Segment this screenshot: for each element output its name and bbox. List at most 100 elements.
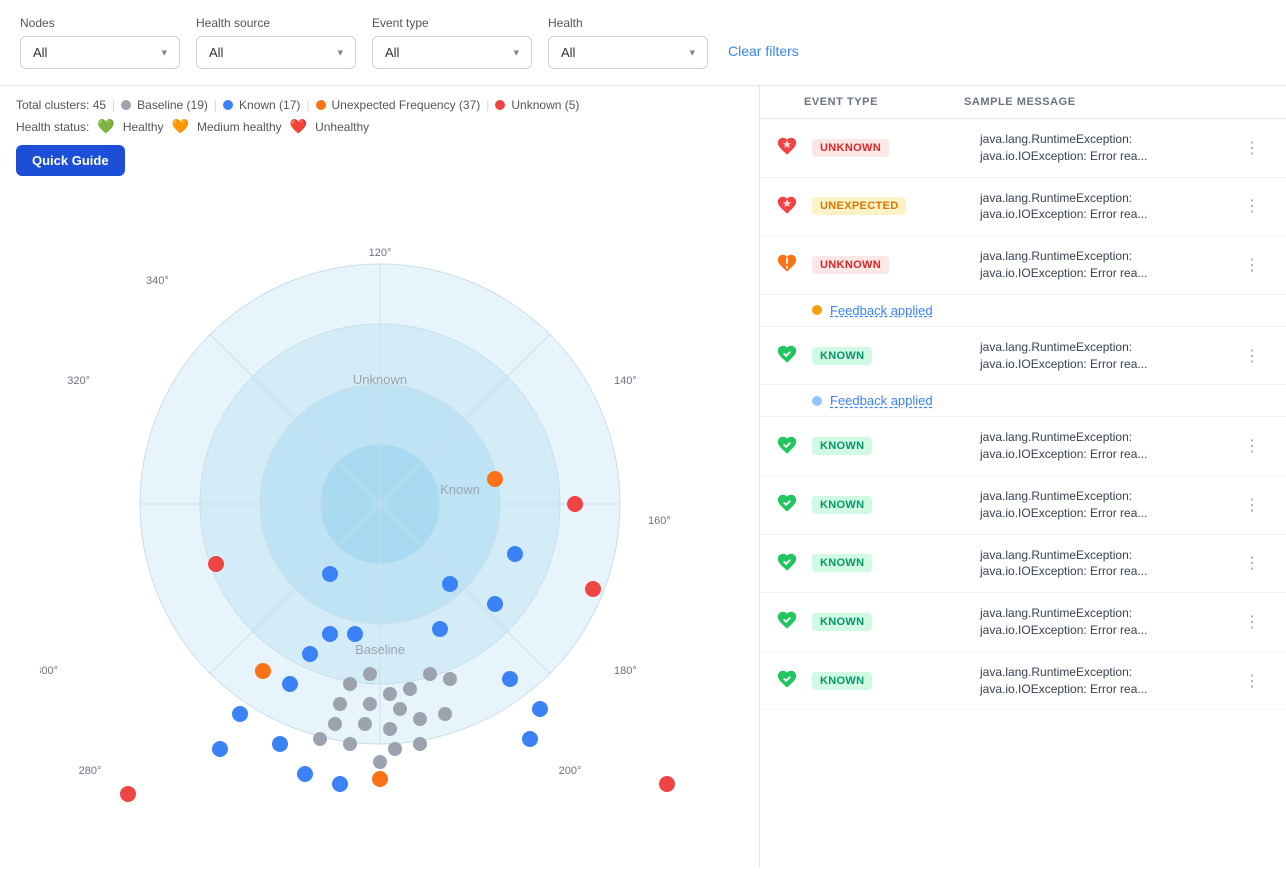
more-options-button[interactable]: ⋮: [1240, 136, 1264, 160]
unexpected-badge: UNEXPECTED: [812, 197, 906, 215]
sample-text-cell: java.lang.RuntimeException:java.io.IOExc…: [980, 190, 1232, 224]
more-options-button[interactable]: ⋮: [1240, 493, 1264, 517]
health-filter-group: Health All ▾: [548, 16, 708, 69]
unhealthy-label: Unhealthy: [315, 120, 369, 134]
row-actions: ⋮: [1240, 136, 1270, 160]
table-row: KNOWN java.lang.RuntimeException:java.io…: [760, 417, 1286, 476]
svg-text:300°: 300°: [40, 665, 58, 677]
quick-guide-button[interactable]: Quick Guide: [16, 145, 125, 176]
unexpected-dot-icon: [316, 100, 326, 110]
known-badge: KNOWN: [812, 347, 872, 365]
event-type-cell: UNEXPECTED: [812, 197, 972, 215]
unhealthy-badge-icon: [776, 135, 804, 160]
sample-message: java.lang.RuntimeException:java.io.IOExc…: [980, 429, 1232, 463]
radar-chart: 120° 140° 160° 180° 200° 280° 300° 320° …: [40, 184, 720, 824]
feedback-dot-yellow-icon: [812, 305, 822, 315]
known-badge: KNOWN: [812, 437, 872, 455]
health-source-filter-group: Health source All ▾: [196, 16, 356, 69]
health-source-value: All: [209, 45, 223, 60]
svg-text:340°: 340°: [146, 275, 169, 287]
known-stat: Known (17): [239, 98, 300, 112]
healthy-badge-icon: [776, 492, 804, 517]
nodes-filter-group: Nodes All ▾: [20, 16, 180, 69]
event-type-cell: KNOWN: [812, 347, 972, 365]
table-header: EVENT TYPE SAMPLE MESSAGE: [760, 86, 1286, 119]
table-row: KNOWN java.lang.RuntimeException:java.io…: [760, 593, 1286, 652]
sample-text-cell: java.lang.RuntimeException:java.io.IOExc…: [980, 664, 1232, 698]
nodes-select[interactable]: All ▾: [20, 36, 180, 69]
event-type-cell: UNKNOWN: [812, 139, 972, 157]
more-options-button[interactable]: ⋮: [1240, 551, 1264, 575]
sample-message: java.lang.RuntimeException:java.io.IOExc…: [980, 339, 1232, 373]
baseline-dot-icon: [121, 100, 131, 110]
more-options-button[interactable]: ⋮: [1240, 194, 1264, 218]
medium-healthy-icon: 🧡: [172, 118, 189, 135]
table-row: KNOWN java.lang.RuntimeException:java.io…: [760, 476, 1286, 535]
svg-text:280°: 280°: [78, 765, 101, 777]
health-value: All: [561, 45, 575, 60]
sample-text-cell: java.lang.RuntimeException:java.io.IOExc…: [980, 605, 1232, 639]
feedback-applied-label-2[interactable]: Feedback applied: [830, 393, 933, 408]
more-options-button[interactable]: ⋮: [1240, 610, 1264, 634]
svg-text:Baseline: Baseline: [355, 642, 405, 657]
unhealthy-badge-icon: [776, 252, 804, 277]
row-actions: ⋮: [1240, 610, 1270, 634]
medium-healthy-label: Medium healthy: [197, 120, 282, 134]
unknown-stat: Unknown (5): [511, 98, 579, 112]
event-type-cell: KNOWN: [812, 672, 972, 690]
row-actions: ⋮: [1240, 669, 1270, 693]
healthy-badge-icon: [776, 434, 804, 459]
sample-text-cell: java.lang.RuntimeException:java.io.IOExc…: [980, 339, 1232, 373]
more-options-button[interactable]: ⋮: [1240, 434, 1264, 458]
nodes-label: Nodes: [20, 16, 180, 30]
table-row: KNOWN java.lang.RuntimeException:java.io…: [760, 327, 1286, 386]
unhealthy-badge-icon: [776, 194, 804, 219]
separator3: |: [306, 98, 309, 112]
unknown-dot-icon: [495, 100, 505, 110]
more-options-button[interactable]: ⋮: [1240, 344, 1264, 368]
event-type-cell: KNOWN: [812, 554, 972, 572]
col-event-header: EVENT TYPE: [804, 96, 964, 108]
svg-text:120°: 120°: [368, 247, 391, 259]
svg-text:140°: 140°: [614, 375, 637, 387]
known-badge: KNOWN: [812, 613, 872, 631]
unhealthy-icon: ❤️: [290, 118, 307, 135]
clear-filters-button[interactable]: Clear filters: [724, 35, 803, 67]
healthy-badge-icon: [776, 343, 804, 368]
separator1: |: [112, 98, 115, 112]
healthy-label: Healthy: [123, 120, 164, 134]
radar-svg: 120° 140° 160° 180° 200° 280° 300° 320° …: [40, 184, 720, 824]
baseline-stat: Baseline (19): [137, 98, 208, 112]
row-actions: ⋮: [1240, 551, 1270, 575]
table-row: KNOWN java.lang.RuntimeException:java.io…: [760, 652, 1286, 711]
event-type-label: Event type: [372, 16, 532, 30]
left-panel: Total clusters: 45 | Baseline (19) | Kno…: [0, 86, 760, 868]
row-actions: ⋮: [1240, 253, 1270, 277]
table-row: KNOWN java.lang.RuntimeException:java.io…: [760, 535, 1286, 594]
sample-text-cell: java.lang.RuntimeException:java.io.IOExc…: [980, 488, 1232, 522]
more-options-button[interactable]: ⋮: [1240, 253, 1264, 277]
more-options-button[interactable]: ⋮: [1240, 669, 1264, 693]
event-type-select[interactable]: All ▾: [372, 36, 532, 69]
svg-text:200°: 200°: [558, 765, 581, 777]
col-sample-header: SAMPLE MESSAGE: [964, 96, 1240, 108]
nodes-value: All: [33, 45, 47, 60]
sample-message: java.lang.RuntimeException:java.io.IOExc…: [980, 131, 1232, 165]
event-type-cell: KNOWN: [812, 437, 972, 455]
total-clusters: Total clusters: 45: [16, 98, 106, 112]
health-select[interactable]: All ▾: [548, 36, 708, 69]
row-actions: ⋮: [1240, 434, 1270, 458]
healthy-badge-icon: [776, 668, 804, 693]
feedback-applied-label[interactable]: Feedback applied: [830, 303, 933, 318]
healthy-badge-icon: [776, 551, 804, 576]
known-badge: KNOWN: [812, 496, 872, 514]
sample-text-cell: java.lang.RuntimeException:java.io.IOExc…: [980, 131, 1232, 165]
sample-message: java.lang.RuntimeException:java.io.IOExc…: [980, 190, 1232, 224]
right-panel: EVENT TYPE SAMPLE MESSAGE UNKNOWN java.l…: [760, 86, 1286, 868]
filters-bar: Nodes All ▾ Health source All ▾ Event ty…: [0, 0, 1286, 86]
nodes-chevron-icon: ▾: [161, 46, 167, 59]
sample-text-cell: java.lang.RuntimeException:java.io.IOExc…: [980, 248, 1232, 282]
event-type-cell: KNOWN: [812, 496, 972, 514]
feedback-dot-blue-icon: [812, 396, 822, 406]
health-source-select[interactable]: All ▾: [196, 36, 356, 69]
